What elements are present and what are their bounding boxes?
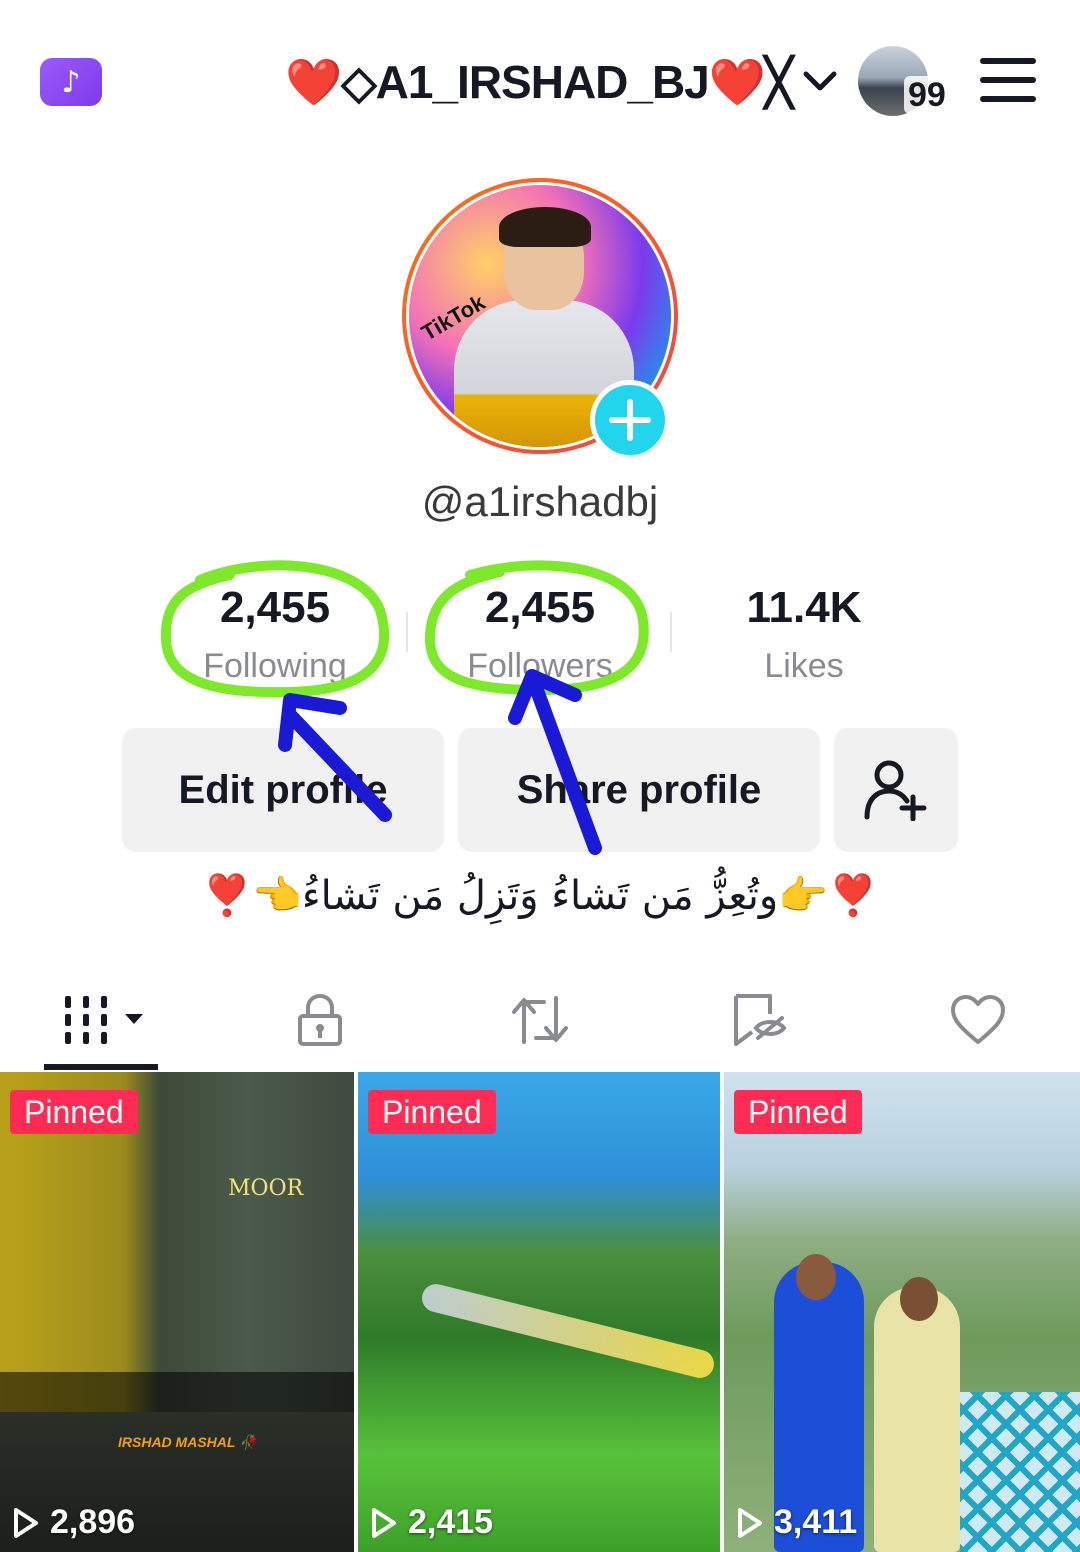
view-count-text: 2,415	[408, 1503, 494, 1541]
view-count: 2,896	[12, 1503, 135, 1542]
notification-badge: 99	[904, 76, 950, 114]
likes-count: 11.4K	[746, 583, 862, 632]
followers-stat[interactable]: 2,455 Followers	[430, 582, 650, 686]
video-thumbnail[interactable]: MOOR IRSHAD MASHAL 🥀 Pinned 2,896	[0, 1072, 354, 1552]
menu-icon[interactable]	[980, 58, 1036, 104]
username: @a1irshadbj	[421, 478, 659, 525]
add-friends-button[interactable]	[834, 728, 958, 852]
pinned-badge: Pinned	[368, 1090, 496, 1134]
following-stat[interactable]: 2,455 Following	[165, 582, 385, 686]
stat-divider	[406, 612, 408, 652]
liked-tab[interactable]	[918, 980, 1038, 1060]
edit-profile-button[interactable]: Edit profile	[122, 728, 444, 852]
content-tabs	[0, 970, 1080, 1070]
reposts-tab[interactable]	[480, 980, 600, 1060]
following-count: 2,455	[219, 583, 331, 632]
heart-icon	[951, 995, 1005, 1044]
likes-label: Likes	[764, 647, 844, 685]
view-count-text: 2,896	[50, 1503, 136, 1541]
grid-icon	[65, 996, 143, 1044]
pinned-badge: Pinned	[10, 1090, 138, 1134]
videos-tab[interactable]	[48, 980, 168, 1060]
add-story-button[interactable]	[590, 380, 670, 460]
play-icon	[14, 1507, 38, 1538]
followers-count: 2,455	[484, 583, 596, 632]
account-name: ❤️◇A1_IRSHAD_BJ❤️╳	[285, 55, 793, 108]
video-thumbnail[interactable]: Pinned 2,415	[358, 1072, 720, 1552]
bio: ❣️👈وتُعِزُّ مَن تَشاءُ وَتَزِلُ مَن تَشا…	[202, 873, 878, 919]
plus-icon	[609, 399, 651, 441]
active-tab-indicator	[44, 1064, 158, 1070]
account-switcher[interactable]: ❤️◇A1_IRSHAD_BJ❤️╳	[285, 52, 840, 112]
lock-icon	[298, 993, 342, 1046]
view-count: 2,415	[370, 1503, 493, 1542]
bookmark-hidden-icon	[734, 994, 787, 1046]
tiktok-studio-icon[interactable]: ♪	[40, 58, 102, 106]
repost-icon	[512, 996, 568, 1044]
share-profile-button[interactable]: Share profile	[458, 728, 820, 852]
likes-stat[interactable]: 11.4K Likes	[694, 582, 914, 686]
video-caption: MOOR	[228, 1176, 304, 1201]
pinned-badge: Pinned	[734, 1090, 862, 1134]
favorites-tab[interactable]	[700, 980, 820, 1060]
view-count-text: 3,411	[774, 1503, 858, 1541]
view-count: 3,411	[736, 1503, 857, 1542]
add-user-icon	[864, 760, 927, 821]
stat-divider	[670, 612, 672, 652]
play-icon	[372, 1507, 396, 1538]
video-thumbnail[interactable]: Pinned 3,411	[724, 1072, 1080, 1552]
video-caption: IRSHAD MASHAL 🥀	[118, 1434, 257, 1450]
play-icon	[738, 1507, 762, 1538]
following-label: Following	[203, 647, 347, 685]
top-bar: ♪ ❤️◇A1_IRSHAD_BJ❤️╳ 99	[0, 0, 1080, 160]
chevron-down-icon	[800, 62, 840, 102]
followers-label: Followers	[467, 647, 613, 685]
private-tab[interactable]	[260, 980, 380, 1060]
